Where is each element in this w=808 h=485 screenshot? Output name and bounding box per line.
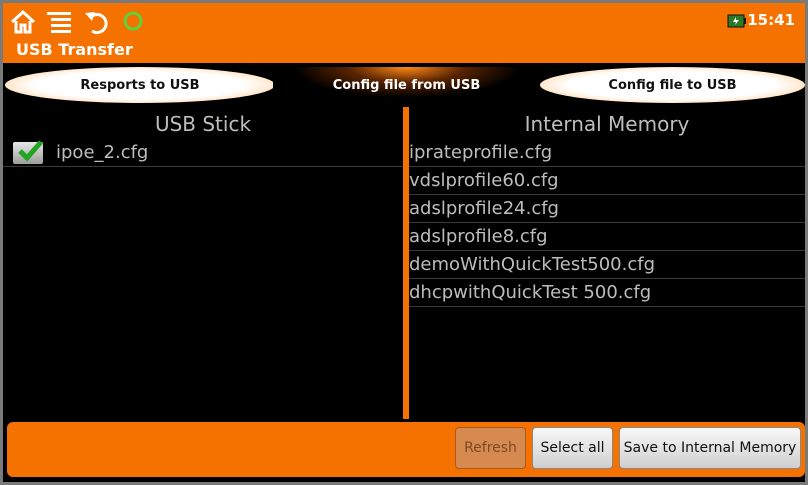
list-item[interactable]: dhcpwithQuickTest 500.cfg <box>409 279 805 307</box>
file-name: dhcpwithQuickTest 500.cfg <box>409 282 652 303</box>
select-all-button[interactable]: Select all <box>532 427 613 469</box>
list-item[interactable]: adslprofile8.cfg <box>409 223 805 251</box>
save-to-internal-memory-button[interactable]: Save to Internal Memory <box>619 427 801 469</box>
undo-icon[interactable] <box>83 9 111 35</box>
file-name: vdslprofile60.cfg <box>409 170 559 191</box>
list-item[interactable]: ipoe_2.cfg <box>3 139 403 167</box>
file-name: ipoe_2.cfg <box>56 142 149 163</box>
refresh-button[interactable]: Refresh <box>455 427 526 469</box>
list-item[interactable]: adslprofile24.cfg <box>409 195 805 223</box>
tab-config-from-usb[interactable]: Config file from USB <box>273 67 540 103</box>
checkmark-icon <box>18 140 43 162</box>
internal-memory-header: Internal Memory <box>524 112 690 136</box>
list-item[interactable]: vdslprofile60.cfg <box>409 167 805 195</box>
file-name: iprateprofile.cfg <box>409 142 553 163</box>
home-icon[interactable] <box>9 9 37 35</box>
file-name: demoWithQuickTest500.cfg <box>409 254 655 275</box>
tab-config-to-usb[interactable]: Config file to USB <box>540 67 805 103</box>
tab-label: Resports to USB <box>80 77 200 93</box>
status-clock: 15:41 <box>747 11 795 29</box>
top-bar: 15:41 USB Transfer <box>3 3 805 63</box>
internal-memory-pane: Internal Memory iprateprofile.cfg vdslpr… <box>409 107 805 419</box>
menu-list-icon[interactable] <box>45 9 73 35</box>
usb-stick-pane: USB Stick ipoe_2.cfg <box>3 107 403 419</box>
list-item[interactable]: demoWithQuickTest500.cfg <box>409 251 805 279</box>
ring-indicator-icon <box>119 9 147 35</box>
action-bar: Refresh Select all Save to Internal Memo… <box>7 422 805 477</box>
usb-stick-header: USB Stick <box>154 112 252 136</box>
tab-label: Config file to USB <box>608 77 737 93</box>
file-name: adslprofile24.cfg <box>409 198 559 219</box>
tab-label: Config file from USB <box>332 77 481 93</box>
app-window: 15:41 USB Transfer Resports to USB Confi… <box>0 0 808 485</box>
list-item[interactable]: iprateprofile.cfg <box>409 139 805 167</box>
battery-icon <box>727 13 747 28</box>
page-title: USB Transfer <box>16 40 133 59</box>
tab-reports-to-usb[interactable]: Resports to USB <box>5 67 275 103</box>
file-checkbox[interactable] <box>13 140 43 164</box>
file-name: adslprofile8.cfg <box>409 226 548 247</box>
tab-bar: Resports to USB Config file from USB Con… <box>3 63 805 107</box>
